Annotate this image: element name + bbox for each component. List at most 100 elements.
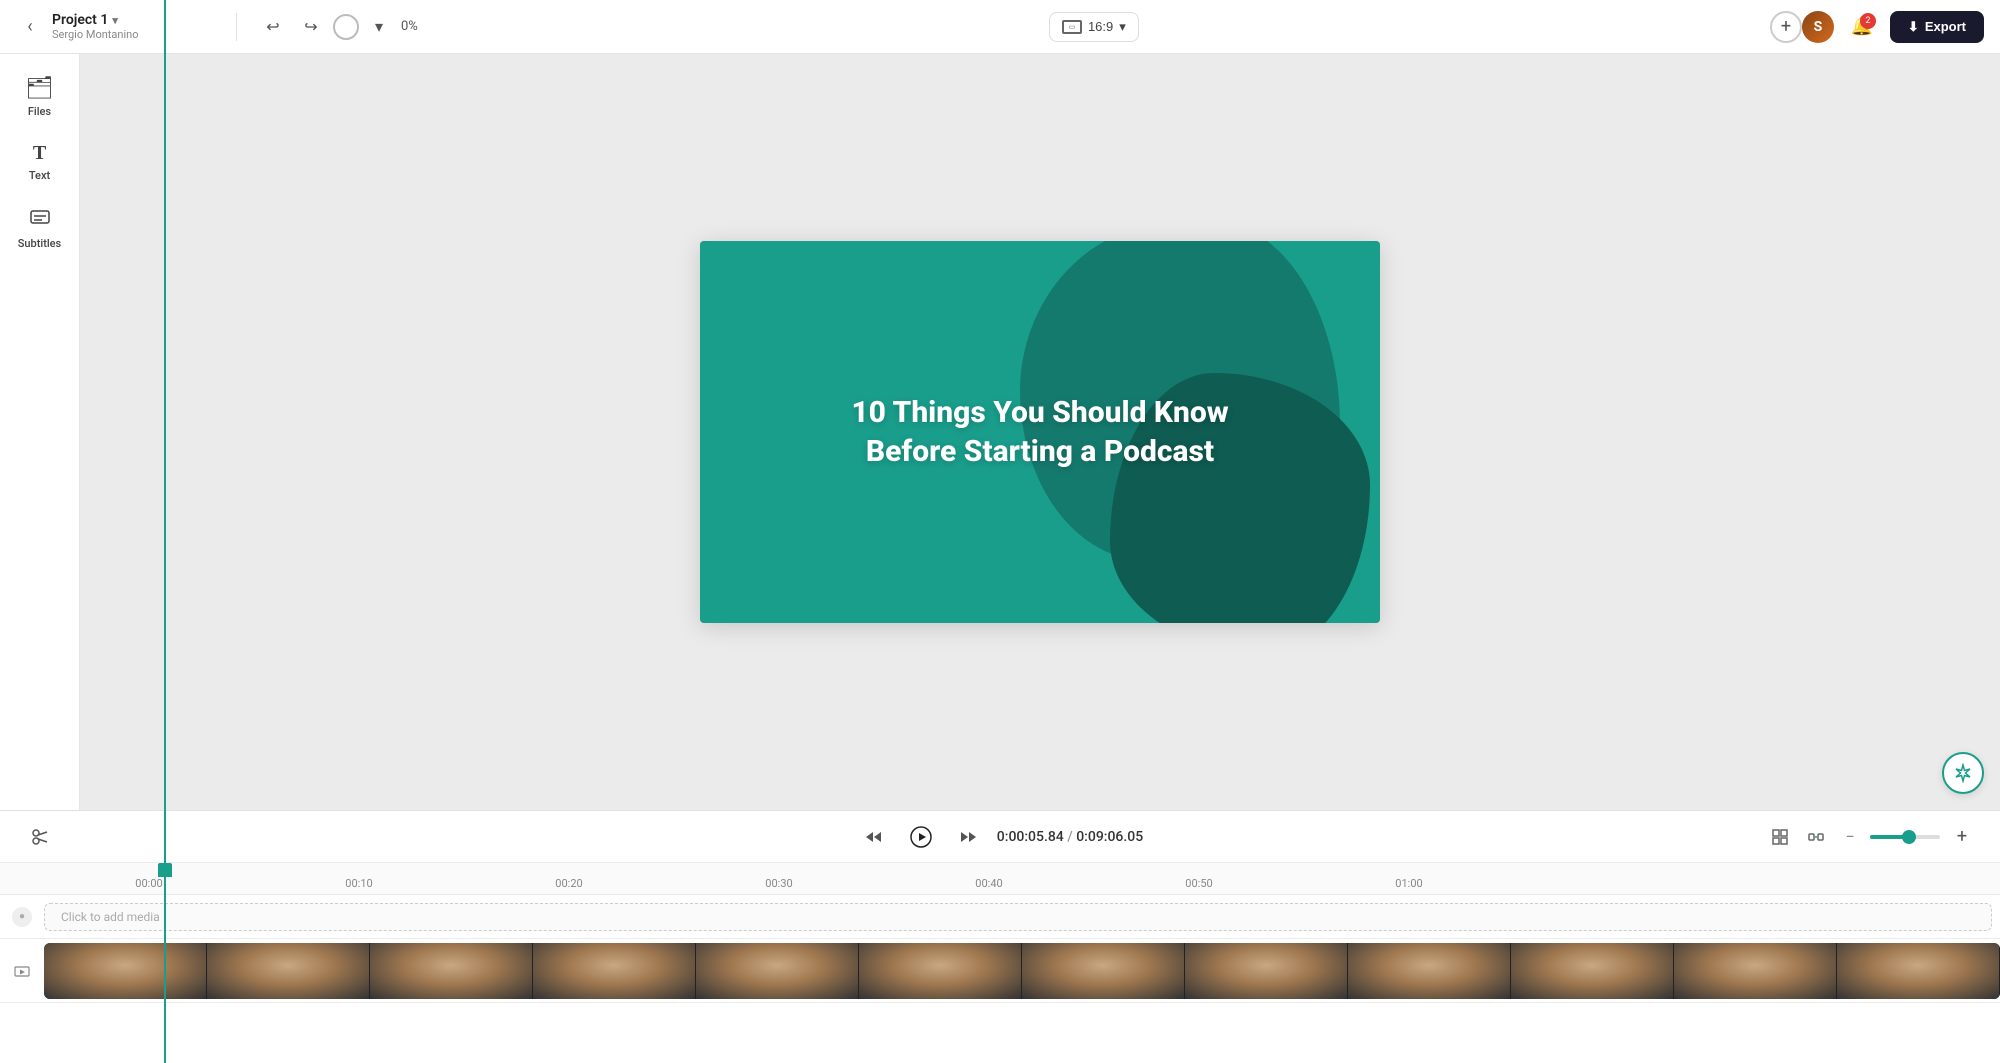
ruler-playhead-head — [158, 863, 172, 877]
zoom-value: 0% — [401, 19, 418, 34]
main-area: 🗂 Files T Text Subtitles 10 Things — [0, 54, 2000, 810]
sidebar: 🗂 Files T Text Subtitles — [0, 54, 80, 810]
project-title[interactable]: Project 1 ▾ — [52, 12, 138, 28]
add-media-button[interactable]: Click to add media — [44, 903, 1992, 931]
sidebar-item-subtitles[interactable]: Subtitles — [6, 196, 74, 260]
video-thumb-1 — [44, 943, 207, 999]
canvas-preview: 10 Things You Should Know Before Startin… — [700, 241, 1380, 623]
sidebar-item-text[interactable]: T Text — [6, 132, 74, 192]
video-thumb-4 — [533, 943, 696, 999]
transport-right-controls: − + — [1766, 823, 1976, 851]
zoom-control: ▾ — [333, 11, 395, 43]
volume-handle — [1902, 830, 1916, 844]
aspect-ratio-label: 16:9 — [1088, 19, 1113, 34]
add-collaborator-button[interactable]: + — [1770, 11, 1802, 43]
files-icon: 🗂 — [26, 76, 54, 101]
zoom-chevron[interactable]: ▾ — [363, 11, 395, 43]
video-thumb-11 — [1674, 943, 1837, 999]
ruler-mark-6: 01:00 — [1304, 877, 1514, 890]
volume-slider[interactable] — [1870, 835, 1940, 839]
zoom-out-button[interactable]: − — [1838, 825, 1862, 849]
text-icon: T — [33, 142, 46, 165]
sidebar-subtitles-label: Subtitles — [18, 237, 61, 250]
video-thumb-5 — [696, 943, 859, 999]
grid-button[interactable] — [1766, 823, 1794, 851]
undo-button[interactable]: ↩ — [257, 11, 289, 43]
timeline: 00:00 00:10 00:20 00:30 00:40 00:50 — [0, 863, 2000, 1063]
total-time: 0:09:06.05 — [1076, 829, 1143, 845]
notifications-button[interactable]: 🔔 2 — [1846, 11, 1878, 43]
add-media-area: ● Click to add media — [0, 895, 2000, 939]
add-track-button[interactable]: + — [1948, 823, 1976, 851]
scissors-button[interactable] — [24, 821, 56, 853]
ruler-mark-5: 00:50 — [1094, 877, 1304, 890]
video-thumb-9 — [1348, 943, 1511, 999]
time-separator: / — [1067, 829, 1076, 845]
magic-button[interactable] — [1942, 752, 1984, 794]
ruler-mark-2: 00:20 — [464, 877, 674, 890]
notification-badge: 2 — [1860, 13, 1876, 29]
snap-button[interactable] — [1802, 823, 1830, 851]
subtitles-icon — [29, 206, 51, 233]
video-thumbnails — [44, 943, 2000, 999]
topbar-left: ‹ Project 1 ▾ Sergio Montanino — [16, 12, 216, 41]
redo-button[interactable]: ↪ — [295, 11, 327, 43]
forward-button[interactable] — [953, 821, 985, 853]
topbar-center: ▭ 16:9 ▾ — [430, 12, 1758, 42]
ruler-mark-1: 00:10 — [254, 877, 464, 890]
video-track-content — [44, 943, 2000, 999]
sidebar-files-label: Files — [28, 105, 51, 118]
add-media-dot-icon: ● — [12, 907, 32, 927]
sidebar-text-label: Text — [29, 169, 50, 182]
project-title-text: Project 1 — [52, 12, 108, 28]
project-info: Project 1 ▾ Sergio Montanino — [52, 12, 138, 41]
video-track-row — [0, 939, 2000, 1003]
current-time: 0:00:05.84 — [997, 829, 1064, 845]
sidebar-item-files[interactable]: 🗂 Files — [6, 66, 74, 128]
ruler-mark-3: 00:30 — [674, 877, 884, 890]
video-thumb-10 — [1511, 943, 1674, 999]
video-thumb-7 — [1022, 943, 1185, 999]
transport-left-controls — [24, 821, 56, 853]
ruler-mark-0: 00:00 — [44, 877, 254, 890]
divider — [236, 13, 237, 41]
timeline-ruler: 00:00 00:10 00:20 00:30 00:40 00:50 — [0, 863, 2000, 895]
video-thumb-12 — [1837, 943, 2000, 999]
canvas-title-line2: Before Starting a Podcast — [768, 432, 1312, 471]
video-thumb-6 — [859, 943, 1022, 999]
bottom-area: 0:00:05.84 / 0:09:06.05 — [0, 810, 2000, 1063]
project-chevron-icon: ▾ — [112, 14, 118, 27]
canvas-title: 10 Things You Should Know Before Startin… — [768, 393, 1312, 471]
timeline-tracks: ● Click to add media — [0, 895, 2000, 1063]
aspect-ratio-button[interactable]: ▭ 16:9 ▾ — [1049, 12, 1139, 42]
video-thumb-3 — [370, 943, 533, 999]
user-avatar: S — [1802, 11, 1834, 43]
export-button[interactable]: ⬇ Export — [1890, 11, 1984, 43]
transport-bar: 0:00:05.84 / 0:09:06.05 — [0, 811, 2000, 863]
video-track-icon[interactable] — [11, 960, 33, 982]
ruler-playhead — [164, 863, 166, 894]
video-track-controls — [0, 960, 44, 982]
time-display: 0:00:05.84 / 0:09:06.05 — [997, 829, 1143, 845]
video-playhead-line — [164, 943, 166, 999]
ruler-mark-4: 00:40 — [884, 877, 1094, 890]
video-thumb-2 — [207, 943, 370, 999]
topbar-right: + S 🔔 2 ⬇ Export — [1770, 11, 1984, 43]
rewind-button[interactable] — [857, 821, 889, 853]
zoom-circle-icon — [333, 14, 359, 40]
topbar: ‹ Project 1 ▾ Sergio Montanino ↩ ↪ ▾ 0% … — [0, 0, 2000, 54]
ruler-marks: 00:00 00:10 00:20 00:30 00:40 00:50 — [44, 863, 1514, 894]
video-thumb-8 — [1185, 943, 1348, 999]
canvas-title-line1: 10 Things You Should Know — [768, 393, 1312, 432]
canvas-area: 10 Things You Should Know Before Startin… — [80, 54, 2000, 810]
aspect-ratio-icon: ▭ — [1062, 20, 1082, 34]
play-button[interactable] — [901, 817, 941, 857]
transport-center-controls: 0:00:05.84 / 0:09:06.05 — [857, 817, 1143, 857]
back-button[interactable]: ‹ — [16, 13, 44, 41]
toolbar-actions: ↩ ↪ ▾ 0% — [257, 11, 418, 43]
export-download-icon: ⬇ — [1908, 19, 1919, 35]
add-media-icon-cell: ● — [0, 907, 44, 927]
export-label: Export — [1925, 19, 1966, 34]
project-user: Sergio Montanino — [52, 28, 138, 41]
aspect-chevron-icon: ▾ — [1119, 19, 1126, 35]
